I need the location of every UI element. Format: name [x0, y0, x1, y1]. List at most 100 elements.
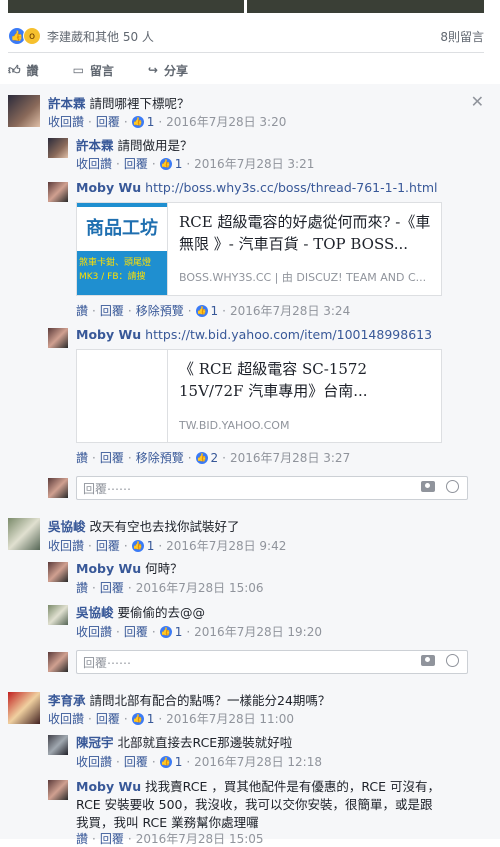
post-image-right[interactable] — [247, 0, 484, 13]
comment-count[interactable]: 8則留言 — [440, 28, 484, 45]
reply-link[interactable]: 回覆 — [124, 754, 148, 770]
avatar[interactable] — [8, 692, 40, 724]
unlike-link[interactable]: 收回讚 — [76, 754, 112, 770]
like-count[interactable]: 👍 1 — [131, 711, 154, 727]
reply-link[interactable]: 回覆 — [100, 831, 124, 847]
reply-author[interactable]: Moby Wu — [76, 180, 141, 195]
reply-link[interactable]: 回覆 — [96, 538, 120, 554]
reply-actions: 讚 · 回覆 · 2016年7月28日 15:05 — [76, 831, 264, 847]
unlike-link[interactable]: 收回讚 — [48, 711, 84, 727]
like-button[interactable]: 👍︎ 讚 — [8, 62, 39, 79]
like-icon: 👍 — [159, 158, 172, 170]
timestamp[interactable]: 2016年7月28日 11:00 — [166, 711, 294, 727]
comment-text: 請問北部有配合的點嗎？一樣能分24期嗎？ — [89, 693, 331, 708]
timestamp[interactable]: 2016年7月28日 19:20 — [194, 624, 322, 640]
like-count[interactable]: 👍 1 — [131, 538, 154, 554]
timestamp[interactable]: 2016年7月28日 3:20 — [166, 114, 286, 130]
remove-preview-link[interactable]: 移除預覽 — [136, 303, 184, 319]
like-icon: 👍 — [131, 540, 144, 552]
share-arrow-icon: ↪ — [147, 63, 158, 77]
share-button[interactable]: ↪ 分享 — [148, 62, 188, 79]
unlike-link[interactable]: 收回讚 — [76, 156, 112, 172]
reply-author[interactable]: Moby Wu — [76, 561, 141, 576]
unlike-link[interactable]: 收回讚 — [76, 624, 112, 640]
avatar[interactable] — [48, 605, 68, 625]
timestamp[interactable]: 2016年7月28日 15:05 — [136, 831, 264, 847]
comment-actions: 收回讚 · 回覆 · 👍 1 · 2016年7月28日 9:42 — [48, 538, 287, 554]
like-count[interactable]: 👍 1 — [195, 303, 218, 319]
thumb-heading: 商品工坊 — [77, 207, 167, 251]
reply-link[interactable]: 回覆 — [96, 114, 120, 130]
reply-link-url[interactable]: http://boss.why3s.cc/boss/thread-761-1-1… — [145, 180, 437, 195]
reply-author[interactable]: 吳協峻 — [76, 605, 114, 620]
close-icon[interactable]: ✕ — [471, 92, 484, 111]
comment-author[interactable]: 李育承 — [48, 693, 86, 708]
reply-link[interactable]: 回覆 — [100, 303, 124, 319]
wow-icon: o — [23, 27, 41, 45]
reaction-summary[interactable]: 👍 o 李建葳和其他 50 人 8則留言 — [8, 24, 484, 48]
avatar[interactable] — [48, 182, 68, 202]
reply-text: 請問做用是？ — [117, 138, 193, 153]
reply-author[interactable]: 許本霖 — [76, 138, 114, 153]
like-link[interactable]: 讚 — [76, 580, 88, 596]
timestamp[interactable]: 2016年7月28日 3:24 — [230, 303, 350, 319]
reply-input[interactable]: 回覆⋯⋯ — [76, 476, 468, 500]
like-count[interactable]: 👍 1 — [159, 156, 182, 172]
reply-link[interactable]: 回覆 — [124, 624, 148, 640]
unlike-link[interactable]: 收回讚 — [48, 538, 84, 554]
like-count[interactable]: 👍 1 — [131, 114, 154, 130]
comment-author[interactable]: 許本霖 — [48, 96, 86, 111]
timestamp[interactable]: 2016年7月28日 12:18 — [194, 754, 322, 770]
reply: 吳協峻 要偷偷的去@@ — [76, 605, 205, 621]
like-link[interactable]: 讚 — [76, 450, 88, 466]
emoji-icon[interactable] — [446, 654, 459, 667]
like-icon: 👍 — [195, 305, 208, 317]
reply-text-line-3: 我買，我叫 RCE 業務幫你處理囉 — [76, 815, 259, 830]
timestamp[interactable]: 2016年7月28日 9:42 — [166, 538, 286, 554]
avatar — [48, 652, 68, 672]
post-image-left[interactable] — [8, 0, 244, 13]
reply: Moby Wu http://boss.why3s.cc/boss/thread… — [76, 180, 438, 196]
reply-link-url[interactable]: https://tw.bid.yahoo.com/item/1001489986… — [145, 327, 432, 342]
reply-link[interactable]: 回覆 — [100, 450, 124, 466]
avatar[interactable] — [48, 780, 68, 800]
avatar[interactable] — [48, 562, 68, 582]
reply-author[interactable]: Moby Wu — [76, 327, 141, 342]
avatar[interactable] — [8, 518, 40, 550]
timestamp[interactable]: 2016年7月28日 3:21 — [194, 156, 314, 172]
avatar[interactable] — [48, 328, 68, 348]
link-preview[interactable]: 《 RCE 超級電容 SC-1572 15V/72F 汽車專用》台南... TW… — [76, 349, 442, 443]
avatar — [48, 478, 68, 498]
reply: 許本霖 請問做用是？ — [76, 138, 193, 154]
camera-icon[interactable] — [421, 481, 435, 492]
like-link[interactable]: 讚 — [76, 303, 88, 319]
reply-input[interactable]: 回覆⋯⋯ — [76, 650, 468, 674]
reply-author[interactable]: 陳冠宇 — [76, 735, 114, 750]
preview-domain: BOSS.WHY3S.CC | 由 DISCUZ! TEAM AND C... — [179, 271, 427, 284]
like-link[interactable]: 讚 — [76, 831, 88, 847]
avatar[interactable] — [8, 95, 40, 127]
avatar[interactable] — [48, 735, 68, 755]
thumbs-up-icon: 👍︎ — [8, 62, 21, 77]
remove-preview-link[interactable]: 移除預覽 — [136, 450, 184, 466]
like-count[interactable]: 👍 2 — [195, 450, 218, 466]
camera-icon[interactable] — [421, 655, 435, 666]
unlike-link[interactable]: 收回讚 — [48, 114, 84, 130]
reply-link[interactable]: 回覆 — [96, 711, 120, 727]
reply-text: 要偷偷的去@@ — [117, 605, 206, 620]
timestamp[interactable]: 2016年7月28日 3:27 — [230, 450, 350, 466]
like-icon: 👍 — [131, 713, 144, 725]
timestamp[interactable]: 2016年7月28日 15:06 — [136, 580, 264, 596]
like-count[interactable]: 👍 1 — [159, 624, 182, 640]
reply-link[interactable]: 回覆 — [124, 156, 148, 172]
like-count[interactable]: 👍 1 — [159, 754, 182, 770]
reactions-text[interactable]: 李建葳和其他 50 人 — [47, 28, 154, 45]
reply-author[interactable]: Moby Wu — [76, 779, 141, 794]
avatar[interactable] — [48, 138, 68, 158]
link-preview[interactable]: 商品工坊 煞車卡鉗、頭尾燈 MK3 / FB：請搜 RCE 超級電容的好處從何而… — [76, 202, 442, 296]
reply: Moby Wu https://tw.bid.yahoo.com/item/10… — [76, 327, 432, 343]
comment-button[interactable]: ▭ 留言 — [73, 62, 114, 79]
emoji-icon[interactable] — [446, 480, 459, 493]
reply-link[interactable]: 回覆 — [100, 580, 124, 596]
comment-author[interactable]: 吳協峻 — [48, 519, 86, 534]
